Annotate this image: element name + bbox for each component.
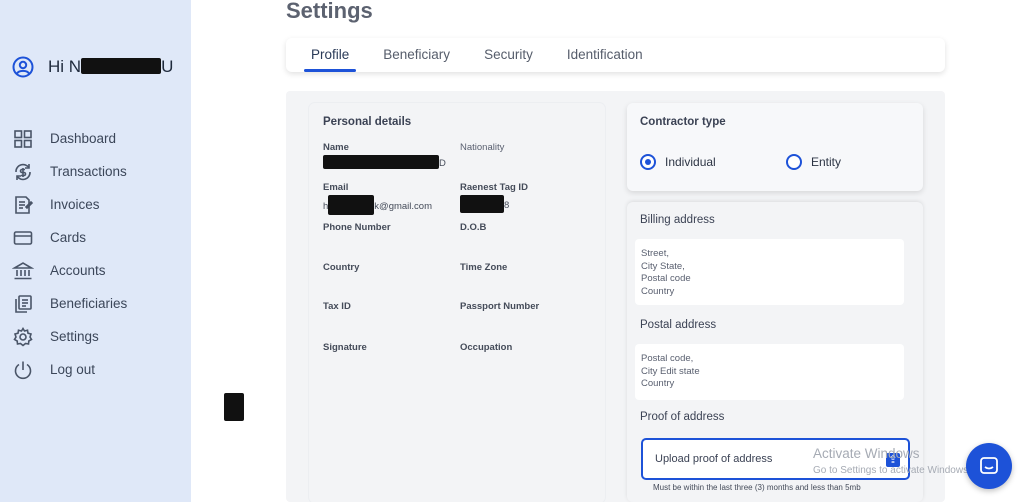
- contractor-type-title: Contractor type: [640, 116, 726, 128]
- postal-address-box[interactable]: Postal code, City Edit state Country: [635, 344, 904, 400]
- main-area: Settings Profile Beneficiary Security Id…: [191, 0, 1024, 502]
- radio-individual[interactable]: Individual: [640, 154, 716, 170]
- sidebar-item-label: Beneficiaries: [50, 296, 128, 311]
- chat-button[interactable]: [966, 443, 1012, 489]
- sidebar-item-beneficiaries[interactable]: Beneficiaries: [12, 287, 127, 320]
- email-value: h k@gmail.com: [323, 195, 432, 215]
- radio-entity[interactable]: Entity: [786, 154, 841, 170]
- billing-line: Street,: [641, 248, 669, 259]
- profile-content: Personal details Name D Nationality Emai…: [286, 91, 945, 502]
- redacted-mark: [224, 393, 244, 421]
- sidebar-item-logout[interactable]: Log out: [12, 353, 127, 386]
- raenest-tag-label: Raenest Tag ID: [460, 182, 528, 193]
- sidebar-item-label: Log out: [50, 362, 96, 377]
- tab-security[interactable]: Security: [467, 38, 550, 72]
- billing-line: Postal code: [641, 273, 691, 284]
- billing-address-title: Billing address: [640, 214, 715, 226]
- sidebar-item-cards[interactable]: Cards: [12, 221, 127, 254]
- taxid-label: Tax ID: [323, 301, 351, 312]
- billing-address-box[interactable]: Street, City State, Postal code Country: [635, 239, 904, 305]
- redacted-tag: [460, 195, 504, 213]
- nationality-label: Nationality: [460, 142, 505, 153]
- sidebar-nav: Dashboard Transactions Invoices Cards Ac…: [12, 122, 127, 386]
- user-circle-icon: [12, 56, 34, 78]
- country-label: Country: [323, 262, 360, 273]
- dob-label: D.O.B: [460, 222, 487, 233]
- raenest-tag-value: 8: [460, 195, 509, 213]
- billing-line: City State,: [641, 260, 685, 272]
- invoice-icon: [15, 195, 34, 214]
- upload-proof-label: Upload proof of address: [655, 453, 773, 465]
- sidebar-item-label: Accounts: [50, 263, 106, 278]
- passport-label: Passport Number: [460, 301, 540, 312]
- activate-windows-title: Activate Windows: [813, 446, 920, 461]
- sidebar-item-dashboard[interactable]: Dashboard: [12, 122, 127, 155]
- billing-line: Country: [641, 285, 675, 297]
- sidebar-item-transactions[interactable]: Transactions: [12, 155, 127, 188]
- postal-line: City Edit state: [641, 365, 700, 377]
- gear-icon: [13, 326, 33, 347]
- tab-profile[interactable]: Profile: [294, 38, 366, 72]
- radio-entity-label: Entity: [811, 155, 842, 169]
- upload-hint: Must be within the last three (3) months…: [653, 483, 861, 492]
- greeting-text: Hi NU: [48, 57, 174, 76]
- chat-icon: [980, 457, 998, 474]
- email-label: Email: [323, 182, 349, 193]
- grid-icon: [14, 129, 32, 148]
- sidebar-item-label: Cards: [50, 230, 87, 245]
- sidebar-item-settings[interactable]: Settings: [12, 320, 127, 353]
- signature-label: Signature: [323, 342, 367, 353]
- activate-windows-subtitle: Go to Settings to activate Windows.: [813, 465, 971, 476]
- sidebar-item-label: Invoices: [50, 197, 100, 212]
- personal-details-card: Personal details Name D Nationality Emai…: [309, 103, 605, 502]
- name-value: D: [323, 155, 446, 169]
- timezone-label: Time Zone: [460, 262, 508, 273]
- sidebar: Hi NU Dashboard Transactions Invoices Ca…: [0, 0, 191, 502]
- settings-tabs: Profile Beneficiary Security Identificat…: [286, 38, 945, 72]
- radio-individual-label: Individual: [665, 155, 716, 169]
- personal-details-title: Personal details: [323, 116, 412, 128]
- proof-of-address-title: Proof of address: [640, 411, 725, 423]
- dollar-cycle-icon: [15, 163, 31, 180]
- radio-checked-icon: [640, 154, 656, 170]
- postal-line: Postal code,: [641, 353, 694, 364]
- name-label: Name: [323, 142, 349, 153]
- redacted-name: [81, 58, 162, 74]
- sidebar-item-accounts[interactable]: Accounts: [12, 254, 127, 287]
- tab-identification[interactable]: Identification: [550, 38, 660, 72]
- sidebar-item-label: Settings: [50, 329, 99, 344]
- redacted-email: [328, 195, 375, 215]
- contractor-type-card: Contractor type Individual Entity: [627, 103, 923, 191]
- sidebar-item-invoices[interactable]: Invoices: [12, 188, 127, 221]
- postal-line: Country: [641, 378, 675, 389]
- occupation-label: Occupation: [460, 342, 513, 353]
- user-greeting[interactable]: Hi NU: [12, 56, 173, 78]
- postal-address-title: Postal address: [640, 319, 717, 331]
- redacted-name-value: [323, 155, 439, 169]
- sidebar-item-label: Transactions: [50, 164, 127, 179]
- card-icon: [13, 230, 33, 245]
- page-title: Settings: [286, 0, 373, 23]
- sidebar-item-label: Dashboard: [50, 131, 117, 146]
- power-icon: [14, 361, 32, 379]
- tab-beneficiary[interactable]: Beneficiary: [366, 38, 467, 72]
- phone-label: Phone Number: [323, 222, 391, 233]
- docs-icon: [15, 294, 32, 313]
- radio-unchecked-icon: [786, 154, 802, 170]
- bank-icon: [12, 261, 34, 279]
